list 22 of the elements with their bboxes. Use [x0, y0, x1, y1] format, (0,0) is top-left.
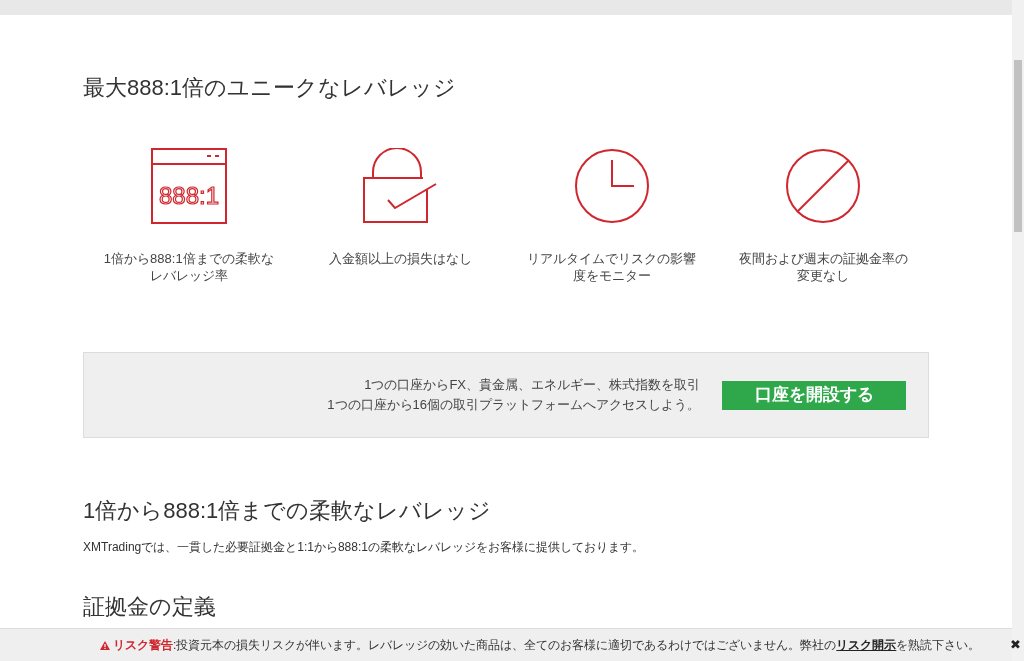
risk-warning-text: リスク警告:投資元本の損失リスクが伴います。レバレッジの効いた商品は、全てのお客様に適切であるわけではございません。弊社のリスク開示を熟読下さい。 [113, 637, 981, 654]
section-text: XMTradingでは、一貫した必要証拠金と1:1から888:1の柔軟なレバレッジをお客様に提供しております。 [83, 539, 645, 556]
padlock-check-icon [363, 148, 438, 224]
calculator-icon: 888:1 [150, 148, 227, 224]
section-heading: 証拠金の定義 [83, 593, 217, 621]
feature-caption: 度をモニター [572, 267, 651, 284]
prohibited-icon [785, 148, 862, 224]
feature-caption: 夜間および週末の証拠金率の [738, 250, 908, 267]
section-heading: 1倍から888:1倍までの柔軟なレバレッジ [83, 497, 493, 525]
feature-caption: 1倍から888:1倍までの柔軟な [103, 250, 274, 267]
feature-caption: レバレッジ率 [149, 267, 228, 284]
clock-icon [573, 148, 650, 224]
feature-caption: リアルタイムでリスクの影響 [527, 250, 697, 267]
feature-caption: 変更なし [797, 267, 850, 284]
feature-caption: 入金額以上の損失はなし [328, 250, 472, 267]
risk-disclosure-link[interactable]: リスク開示 [836, 638, 897, 652]
scrollbar[interactable] [1012, 0, 1024, 661]
banner-text: 1つの口座から16個の取引プラットフォームへアクセスしよう。 [327, 396, 700, 414]
warning-icon [100, 640, 110, 650]
banner-text: 1つの口座からFX、貴金属、エネルギー、株式指数を取引 [364, 376, 700, 394]
section-heading: 最大888:1倍のユニークなレバレッジ [83, 74, 458, 102]
close-button[interactable]: ✖ [1010, 635, 1022, 655]
